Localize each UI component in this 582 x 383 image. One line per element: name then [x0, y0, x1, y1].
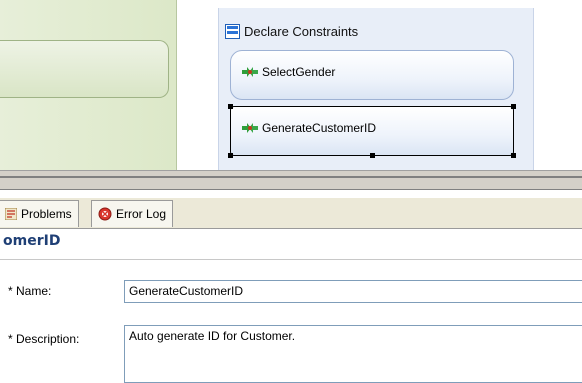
name-label: * Name:	[8, 284, 52, 298]
problems-icon	[5, 208, 17, 220]
left-lane[interactable]	[0, 0, 177, 170]
error-log-icon	[98, 207, 112, 221]
resize-handle-ne[interactable]	[511, 104, 516, 109]
resize-handle-s[interactable]	[370, 153, 375, 158]
task-select-gender[interactable]: SelectGender	[230, 50, 514, 100]
resize-handle-se[interactable]	[511, 153, 516, 158]
panel-sash[interactable]	[0, 170, 582, 190]
container-title: Declare Constraints	[244, 23, 359, 39]
name-field[interactable]: GenerateCustomerID	[124, 280, 582, 303]
sash-line	[0, 176, 582, 178]
task-label: GenerateCustomerID	[262, 121, 377, 135]
task-activity-icon	[242, 67, 258, 77]
description-field[interactable]: Auto generate ID for Customer.	[124, 325, 582, 383]
diagram-canvas[interactable]: Declare Constraints SelectGender Generat…	[0, 0, 582, 170]
form-divider	[0, 259, 582, 260]
description-label: * Description:	[8, 332, 80, 346]
view-tab-bar: Problems Error Log	[0, 198, 582, 229]
tab-label: Error Log	[116, 207, 167, 221]
task-label-row: SelectGender	[241, 65, 335, 79]
tab-error-log[interactable]: Error Log	[91, 200, 174, 227]
form-title: omerID	[3, 233, 61, 249]
left-lane-task[interactable]	[0, 40, 169, 98]
resize-handle-nw[interactable]	[228, 104, 233, 109]
resize-handle-sw[interactable]	[228, 153, 233, 158]
container-header: Declare Constraints	[225, 22, 358, 40]
task-activity-icon	[242, 123, 258, 133]
task-label: SelectGender	[262, 65, 336, 79]
declare-constraints-container[interactable]: Declare Constraints SelectGender Generat…	[218, 8, 534, 170]
tab-problems[interactable]: Problems	[0, 200, 79, 227]
declare-constraints-icon	[225, 23, 240, 39]
tab-label: Problems	[21, 207, 72, 221]
properties-form: omerID * Name: GenerateCustomerID * Desc…	[0, 229, 582, 383]
task-label-row: GenerateCustomerID	[241, 121, 376, 135]
task-generate-customer-id[interactable]: GenerateCustomerID	[228, 104, 516, 158]
